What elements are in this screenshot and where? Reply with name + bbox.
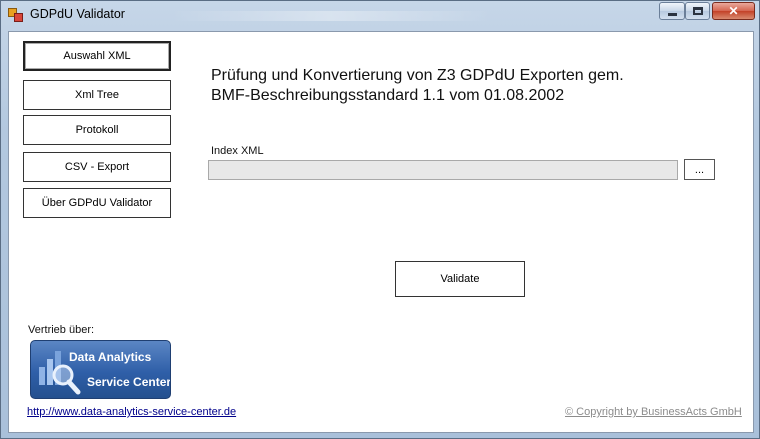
page-headline: Prüfung und Konvertierung von Z3 GDPdU E… [211, 66, 624, 106]
das-logo[interactable]: Data Analytics Service Center [30, 340, 171, 399]
nav-protokoll-button[interactable]: Protokoll [23, 115, 171, 145]
nav-xml-tree-button[interactable]: Xml Tree [23, 80, 171, 110]
headline-line-1: Prüfung und Konvertierung von Z3 GDPdU E… [211, 67, 624, 84]
app-icon [8, 8, 24, 22]
browse-button[interactable]: ... [684, 159, 715, 180]
logo-text-line-2: Service Center [87, 375, 171, 389]
close-button[interactable]: ✕ [712, 2, 755, 20]
vertrieb-label: Vertrieb über: [28, 324, 95, 336]
maximize-button[interactable] [685, 2, 710, 20]
title-reflection [171, 11, 491, 21]
minimize-icon [667, 7, 677, 16]
nav-about-button[interactable]: Über GDPdU Validator [23, 188, 171, 218]
copyright-link[interactable]: © Copyright by BusinessActs GmbH [565, 406, 742, 418]
minimize-button[interactable] [659, 2, 685, 20]
window-title: GDPdU Validator [30, 7, 125, 21]
headline-line-2: BMF-Beschreibungsstandard 1.1 vom 01.08.… [211, 87, 565, 104]
index-xml-path-field[interactable] [208, 160, 678, 180]
app-window: GDPdU Validator ✕ Auswahl XML Xml Tree P… [0, 0, 760, 439]
client-area: Auswahl XML Xml Tree Protokoll CSV - Exp… [8, 31, 754, 433]
nav-auswahl-xml-button[interactable]: Auswahl XML [23, 41, 171, 71]
maximize-icon [692, 7, 703, 15]
title-bar[interactable]: GDPdU Validator ✕ [1, 1, 759, 29]
nav-csv-export-button[interactable]: CSV - Export [23, 152, 171, 182]
logo-text-line-1: Data Analytics [69, 350, 152, 364]
website-link[interactable]: http://www.data-analytics-service-center… [27, 406, 236, 418]
index-xml-label: Index XML [211, 145, 264, 157]
validate-button[interactable]: Validate [395, 261, 525, 297]
close-icon: ✕ [728, 4, 739, 18]
